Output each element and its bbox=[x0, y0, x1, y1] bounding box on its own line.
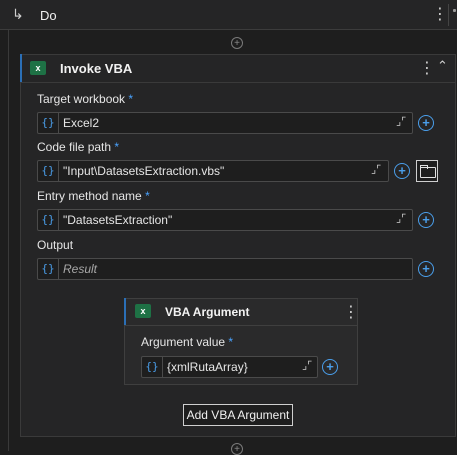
activity-title: Invoke VBA bbox=[60, 61, 133, 76]
scroll-handle[interactable] bbox=[448, 4, 457, 26]
expression-brace-icon: {} bbox=[38, 210, 59, 230]
argument-value-input[interactable]: {} {xmlRutaArray} ⌟⌜ bbox=[141, 356, 318, 378]
plus-circle-icon[interactable]: + bbox=[418, 261, 434, 277]
output-input[interactable]: {} Result bbox=[37, 258, 413, 280]
card-header-divider bbox=[124, 325, 358, 326]
expand-icon[interactable]: ⌟⌜ bbox=[396, 115, 406, 128]
add-activity-plus-icon[interactable]: + bbox=[231, 443, 243, 455]
do-arrow-icon: ↳ bbox=[12, 6, 24, 22]
do-sequence-header[interactable] bbox=[0, 0, 457, 30]
code-file-path-input[interactable]: {} "Input\DatasetsExtraction.vbs" ⌟⌜ bbox=[37, 160, 389, 182]
plus-circle-icon[interactable]: + bbox=[394, 163, 410, 179]
more-vertical-icon[interactable]: ⋮ bbox=[419, 58, 435, 78]
expression-brace-icon: {} bbox=[38, 161, 59, 181]
browse-folder-button[interactable] bbox=[416, 160, 438, 182]
argument-title: VBA Argument bbox=[165, 305, 250, 319]
expand-icon[interactable]: ⌟⌜ bbox=[396, 212, 406, 225]
plus-circle-icon[interactable]: + bbox=[322, 359, 338, 375]
target-workbook-label: Target workbook * bbox=[37, 92, 134, 106]
plus-circle-icon[interactable]: + bbox=[418, 115, 434, 131]
excel-icon: x bbox=[135, 304, 151, 318]
add-activity-plus-icon[interactable]: + bbox=[231, 37, 243, 49]
code-file-path-label: Code file path * bbox=[37, 140, 120, 154]
expression-brace-icon: {} bbox=[38, 113, 59, 133]
expression-brace-icon: {} bbox=[142, 357, 163, 377]
collapse-chevron-icon[interactable]: ⌃ bbox=[437, 58, 448, 74]
card-accent-bar bbox=[20, 54, 22, 82]
more-vertical-icon[interactable]: ⋮ bbox=[343, 302, 359, 322]
add-vba-argument-button[interactable]: Add VBA Argument bbox=[183, 404, 293, 426]
entry-method-name-input[interactable]: {} "DatasetsExtraction" ⌟⌜ bbox=[37, 209, 413, 231]
card-header-divider bbox=[20, 82, 456, 83]
argument-value-label: Argument value * bbox=[141, 335, 234, 349]
more-vertical-icon[interactable]: ⋮ bbox=[432, 4, 448, 24]
target-workbook-input[interactable]: {} Excel2 ⌟⌜ bbox=[37, 112, 413, 134]
card-accent-bar bbox=[124, 298, 126, 326]
output-label: Output bbox=[37, 238, 74, 252]
expand-icon[interactable]: ⌟⌜ bbox=[371, 163, 381, 176]
sequence-guide-line bbox=[8, 30, 9, 451]
expand-icon[interactable]: ⌟⌜ bbox=[302, 359, 312, 372]
entry-method-name-label: Entry method name * bbox=[37, 189, 150, 203]
expression-brace-icon: {} bbox=[38, 259, 59, 279]
do-label: Do bbox=[40, 8, 57, 23]
plus-circle-icon[interactable]: + bbox=[418, 212, 434, 228]
excel-icon: x bbox=[30, 61, 46, 75]
